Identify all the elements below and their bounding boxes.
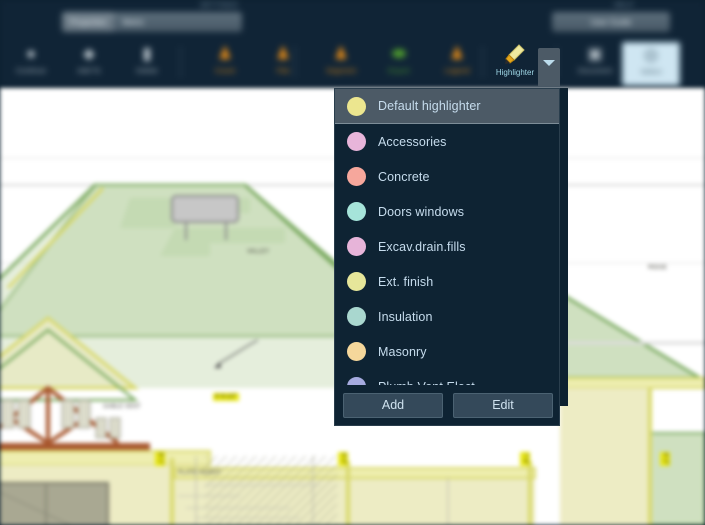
- tool-label: Document: [577, 66, 613, 75]
- plus-icon: ⬥: [83, 44, 95, 63]
- highlighter-item-label: Concrete: [378, 169, 430, 184]
- legend-icon: ♟: [449, 44, 465, 63]
- highlighter-item[interactable]: Default highlighter: [335, 89, 559, 124]
- tool-segment[interactable]: ♟ Segment: [312, 42, 370, 86]
- tool-label: Export: [388, 66, 410, 75]
- tool-flat[interactable]: ♟ Flat: [254, 42, 312, 86]
- color-swatch-icon: [347, 96, 366, 116]
- highlighter-item-label: Masonry: [378, 344, 427, 359]
- tool-label: Highlighter: [495, 68, 535, 77]
- tool-export[interactable]: ⬬ Export: [370, 42, 428, 86]
- properties-pill[interactable]: Properties: [62, 12, 115, 32]
- canvas-annotation: RIDGE: [648, 265, 668, 271]
- ribbon-group-caption-help: HELP: [614, 2, 634, 9]
- eraser-icon: ▮: [142, 44, 152, 63]
- tool-label: Continue: [15, 66, 47, 75]
- highlighter-marker-icon: [505, 44, 525, 64]
- highlighter-item-label: Accessories: [378, 134, 447, 149]
- edit-button[interactable]: Edit: [453, 392, 553, 418]
- canvas-annotation: VALLEY: [247, 249, 270, 255]
- ribbon-tool-row: ● Continue ⬥ Add To ▮ Delete ♟ Count ♟ Flat ♟…: [0, 40, 705, 88]
- highlighter-list[interactable]: Default highlighter Accessories Concrete Do…: [335, 89, 559, 425]
- highlighter-item[interactable]: Masonry: [335, 334, 559, 369]
- canvas-annotation: PLATE HEIGHT: [178, 470, 221, 476]
- highlighter-item-label: Default highlighter: [378, 99, 481, 113]
- highlighter-item-label: Ext. finish: [378, 274, 434, 289]
- flat-icon: ♟: [275, 44, 291, 63]
- highlighter-item[interactable]: Doors windows: [335, 194, 559, 229]
- tool-label: Add To: [77, 66, 101, 75]
- tool-delete[interactable]: ▮ Delete: [118, 42, 176, 86]
- settings-pill-group[interactable]: Properties Metric: [62, 12, 242, 32]
- dimension-tag: 7' 6": [520, 452, 530, 466]
- tool-add-to[interactable]: ⬥ Add To: [60, 42, 118, 86]
- highlighter-item-label: Insulation: [378, 309, 433, 324]
- dimension-tag: 8' 1": [155, 452, 165, 466]
- canvas-annotation: GABLE VENT: [103, 404, 141, 410]
- toolbar-divider: [294, 46, 295, 78]
- tool-legend[interactable]: ♟ Legend: [428, 42, 486, 86]
- export-icon: ⬬: [391, 44, 407, 63]
- ribbon-top-row: SETTINGS HELP Properties Metric User Gui…: [0, 0, 705, 40]
- tool-label: Select: [640, 67, 662, 76]
- highlighter-item[interactable]: Ext. finish: [335, 264, 559, 299]
- document-icon: ▣: [586, 44, 604, 63]
- highlighter-dropdown-footer: Add Edit: [335, 385, 559, 425]
- highlighter-item-label: Doors windows: [378, 204, 465, 219]
- highlighter-item[interactable]: Insulation: [335, 299, 559, 334]
- highlighter-dropdown-panel[interactable]: Default highlighter Accessories Concrete Do…: [334, 88, 560, 426]
- highlighter-dropdown-toggle[interactable]: [538, 48, 560, 86]
- dimension-tag: 9' 0": [338, 452, 348, 466]
- color-swatch-icon: [347, 202, 366, 221]
- color-swatch-icon: [347, 237, 366, 256]
- color-swatch-icon: [347, 167, 366, 186]
- tool-label: Segment: [325, 66, 357, 75]
- user-guide-pill[interactable]: User Guide: [583, 12, 639, 32]
- color-swatch-icon: [347, 307, 366, 326]
- color-swatch-icon: [347, 342, 366, 361]
- segment-icon: ♟: [333, 44, 349, 63]
- dimension-tag: 4' 8-1/2": [213, 393, 239, 401]
- highlighter-item-label: Excav.drain.fills: [378, 239, 466, 254]
- dimension-tag: 6' 2": [660, 452, 670, 466]
- tool-label: Flat: [276, 66, 290, 75]
- tool-label: Legend: [444, 66, 470, 75]
- color-swatch-icon: [347, 132, 366, 151]
- tool-highlighter[interactable]: Highlighter: [486, 42, 544, 88]
- highlighter-item[interactable]: Concrete: [335, 159, 559, 194]
- ribbon-group-caption-settings: SETTINGS: [200, 2, 239, 9]
- tool-count[interactable]: ♟ Count: [196, 42, 254, 86]
- tool-document[interactable]: ▣ Document: [566, 42, 624, 86]
- highlighter-item[interactable]: Excav.drain.fills: [335, 229, 559, 264]
- tool-label: Count: [214, 66, 235, 75]
- add-button[interactable]: Add: [343, 392, 443, 418]
- tool-label: Delete: [136, 66, 158, 75]
- select-icon: ◎: [643, 45, 659, 64]
- help-pill-group[interactable]: User Guide: [552, 12, 670, 32]
- toolbar-divider: [482, 46, 483, 78]
- ribbon-toolbar: SETTINGS HELP Properties Metric User Gui…: [0, 0, 705, 88]
- application-window: SETTINGS HELP Properties Metric User Gui…: [0, 0, 705, 525]
- count-icon: ♟: [217, 44, 233, 63]
- tool-select[interactable]: ◎ Select: [622, 42, 680, 86]
- tool-continue[interactable]: ● Continue: [2, 42, 60, 86]
- metric-pill[interactable]: Metric: [114, 12, 152, 32]
- color-swatch-icon: [347, 272, 366, 291]
- chevron-down-icon: [543, 60, 555, 66]
- circle-icon: ●: [25, 44, 37, 63]
- toolbar-divider: [180, 46, 181, 78]
- highlighter-item[interactable]: Accessories: [335, 124, 559, 159]
